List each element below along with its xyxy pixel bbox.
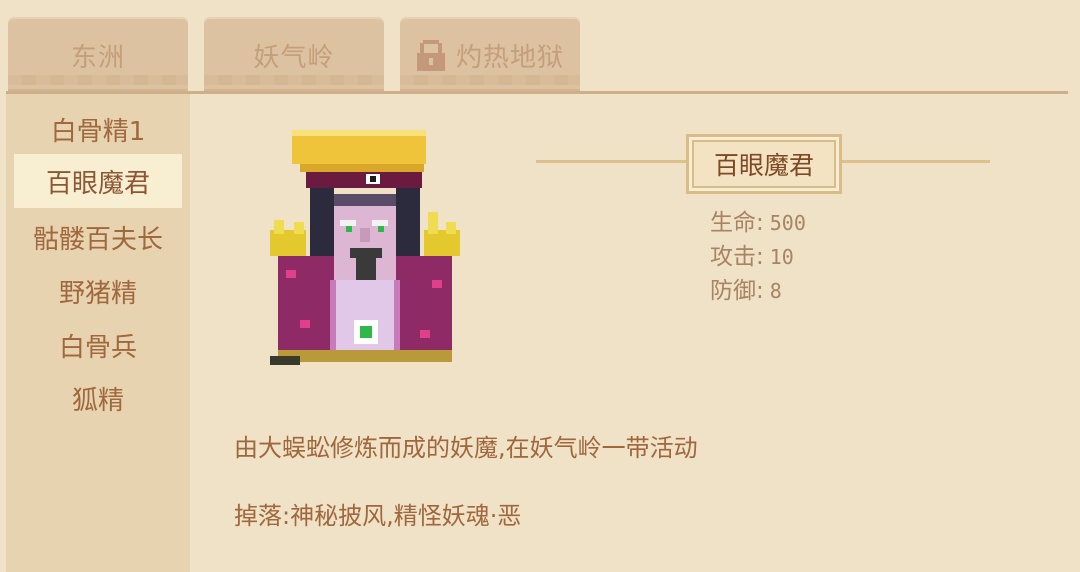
sidebar-item-label: 白骨精1	[50, 116, 146, 147]
sidebar-item-label: 骷髅百夫长	[32, 224, 163, 255]
tab-label: 妖气岭	[253, 42, 335, 73]
monster-portrait	[270, 130, 460, 365]
monster-description: 由大蜈蚣修炼而成的妖魔,在妖气岭一带活动	[234, 434, 698, 462]
sidebar-item-kulou[interactable]: 骷髅百夫长	[6, 210, 190, 264]
monster-name: 百眼魔君	[713, 151, 814, 180]
tab-dongzhou[interactable]: 东洲	[8, 17, 188, 93]
tab-yaoqiling[interactable]: 妖气岭	[204, 17, 384, 93]
sidebar-item-baigujing[interactable]: 白骨精1	[6, 102, 190, 156]
stat-attack: 攻击: 10	[710, 240, 806, 274]
stat-label: 生命:	[710, 210, 764, 236]
sidebar-item-baigubing[interactable]: 白骨兵	[6, 318, 190, 372]
stat-label: 防御:	[710, 278, 764, 304]
sidebar-item-label: 狐精	[71, 385, 124, 416]
stat-value: 8	[769, 279, 782, 303]
sidebar-item-hujing[interactable]: 狐精	[6, 371, 190, 425]
lock-icon	[416, 40, 445, 71]
monster-stats: 生命: 500 攻击: 10 防御: 8	[710, 206, 806, 308]
sidebar-item-baiyanmojun[interactable]: 百眼魔君	[14, 154, 182, 208]
tab-label: 东洲	[70, 42, 125, 73]
stat-defense: 防御: 8	[710, 274, 806, 308]
sidebar-item-label: 白骨兵	[58, 332, 137, 363]
stat-hp: 生命: 500	[710, 206, 806, 240]
tab-label: 灼热地狱	[455, 42, 564, 73]
sidebar-item-yezhujing[interactable]: 野猪精	[6, 264, 190, 318]
stat-value: 500	[769, 211, 806, 235]
stat-value: 10	[769, 245, 794, 269]
region-tabs: 东洲 妖气岭 灼热地狱	[0, 0, 1080, 96]
tab-zhuoredi-yu[interactable]: 灼热地狱	[400, 17, 580, 93]
sidebar-item-label: 百眼魔君	[45, 168, 150, 199]
monster-drops: 掉落:神秘披风,精怪妖魂·恶	[234, 502, 522, 530]
stat-label: 攻击:	[710, 244, 764, 270]
sidebar-item-label: 野猪精	[58, 278, 137, 309]
monster-name-plate: 百眼魔君	[686, 134, 842, 194]
monster-detail: 百眼魔君 生命: 500 攻击: 10 防御: 8 由大蜈蚣修炼而成的妖魔,在妖…	[190, 94, 1080, 572]
monster-list: 白骨精1 百眼魔君 骷髅百夫长 野猪精 白骨兵 狐精	[6, 94, 190, 572]
